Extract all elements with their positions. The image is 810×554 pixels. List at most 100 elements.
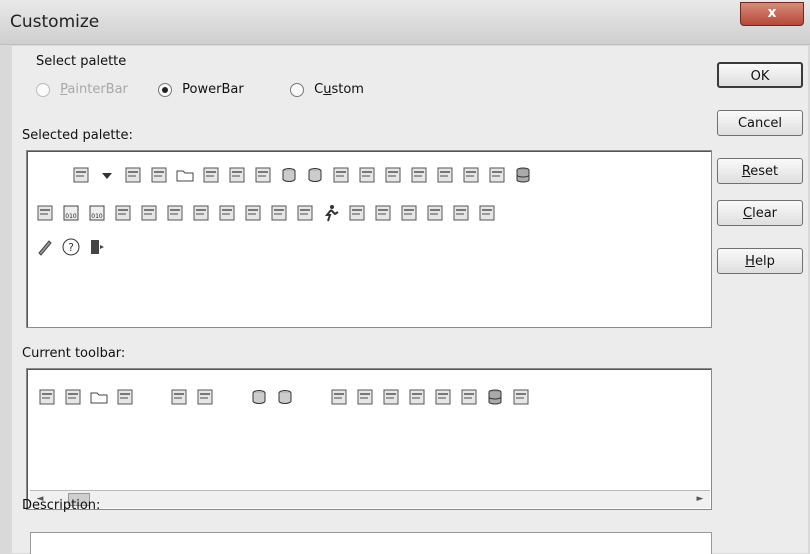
reset-button[interactable]: Reset [717,158,803,184]
help-button[interactable]: Help [717,248,803,274]
dialog-body: Select palette PainterBar PowerBar Custo… [12,46,808,554]
window-title: Customize [10,12,100,32]
database-icon-glyph [308,168,322,182]
datastore-icon-glyph [461,389,477,405]
edit-note-icon-glyph [37,205,53,221]
connect-icon-glyph [167,205,183,221]
tree-view-icon-glyph [65,389,81,405]
pen-icon-glyph [38,240,52,256]
binary-010-icon-glyph: 010 [63,205,79,221]
bug-icon-glyph [271,205,287,221]
profile-icon[interactable] [191,203,211,223]
description-box [30,532,712,554]
binary-010-icon-glyph: 010 [89,205,105,221]
document-icon-glyph [331,389,347,405]
arrange-icon[interactable] [451,203,471,223]
bug-icon[interactable] [269,203,289,223]
layout-icon-glyph [401,205,417,221]
deploy-icon[interactable] [243,203,263,223]
description-label: Description: [22,498,101,513]
database-icon[interactable] [305,165,325,185]
run-icon[interactable] [321,203,341,223]
library-icon[interactable] [253,165,273,185]
selected-palette-box: 010 010 ? [26,150,712,328]
cancel-button[interactable]: Cancel [717,110,803,136]
split-view-icon[interactable] [373,203,393,223]
svg-text:010: 010 [91,213,103,220]
select-palette-label: Select palette [36,54,127,69]
open-folder-icon[interactable] [175,165,195,185]
datastore-icon[interactable] [487,165,507,185]
database-stack-icon[interactable] [513,165,533,185]
edit-note-icon[interactable] [35,203,55,223]
properties-icon[interactable] [331,165,351,185]
new-icon[interactable] [37,387,57,407]
library-icon[interactable] [195,387,215,407]
ok-button[interactable]: OK [717,62,803,88]
query-icon[interactable] [355,387,375,407]
open-folder-icon[interactable] [89,387,109,407]
query-icon[interactable] [383,165,403,185]
database-icon[interactable] [279,165,299,185]
arrange-icon-glyph [453,205,469,221]
tree-view-icon[interactable] [149,165,169,185]
datastore-icon[interactable] [459,387,479,407]
report-icon[interactable] [409,165,429,185]
radio-powerbar[interactable]: PowerBar [158,82,244,97]
connect-icon[interactable] [165,203,185,223]
split-view-icon-glyph [375,205,391,221]
exit-icon[interactable] [87,237,107,257]
grid-icon[interactable] [477,203,497,223]
tree-view-icon[interactable] [63,387,83,407]
pipeline-icon[interactable] [435,165,455,185]
bug-stop-icon-glyph [297,205,313,221]
structure-icon[interactable] [169,387,189,407]
table-icon[interactable] [461,165,481,185]
datastore-icon-glyph [489,167,505,183]
database-icon[interactable] [275,387,295,407]
run-stop-icon[interactable] [347,203,367,223]
bug-stop-icon[interactable] [295,203,315,223]
run-icon-glyph [324,205,339,222]
layout-icon[interactable] [399,203,419,223]
structure-icon[interactable] [227,165,247,185]
debug-010-icon[interactable] [139,203,159,223]
new-icon[interactable] [123,165,143,185]
deploy-icon-glyph [245,205,261,221]
open-folder-icon-glyph [90,392,108,404]
pen-icon[interactable] [35,237,55,257]
clear-button[interactable]: Clear [717,200,803,226]
library-icon-glyph [255,167,271,183]
selected-palette-label: Selected palette: [22,128,133,143]
binary-010-icon[interactable]: 010 [87,203,107,223]
query-icon-glyph [357,389,373,405]
query-icon-glyph [385,167,401,183]
scroll-right-icon[interactable]: ► [692,492,708,507]
horizontal-scrollbar[interactable]: ◄ ► [30,490,710,508]
binary-010-icon[interactable]: 010 [61,203,81,223]
svg-text:010: 010 [65,213,77,220]
transport-icon[interactable] [113,203,133,223]
dropdown-arrow-icon[interactable] [97,165,117,185]
help-icon[interactable]: ? [61,237,81,257]
export-icon[interactable] [217,203,237,223]
edit-note-icon[interactable] [511,387,531,407]
database-stack-icon[interactable] [485,387,505,407]
radio-custom[interactable]: Custom [290,82,364,97]
new-window-icon[interactable] [71,165,91,185]
inspect-icon[interactable] [201,165,221,185]
database-stack-icon-glyph [516,167,530,183]
radio-painterbar[interactable]: PainterBar [36,82,128,97]
database-icon[interactable] [249,387,269,407]
report-icon[interactable] [381,387,401,407]
inspect-icon[interactable] [115,387,135,407]
table-icon[interactable] [433,387,453,407]
close-button[interactable]: x [740,2,804,26]
radio-circle [36,82,50,97]
pipeline-icon[interactable] [407,387,427,407]
inspect-icon-glyph [203,167,219,183]
document-icon[interactable] [329,387,349,407]
document-icon[interactable] [357,165,377,185]
help-icon-glyph: ? [62,238,80,256]
window-icon[interactable] [425,203,445,223]
